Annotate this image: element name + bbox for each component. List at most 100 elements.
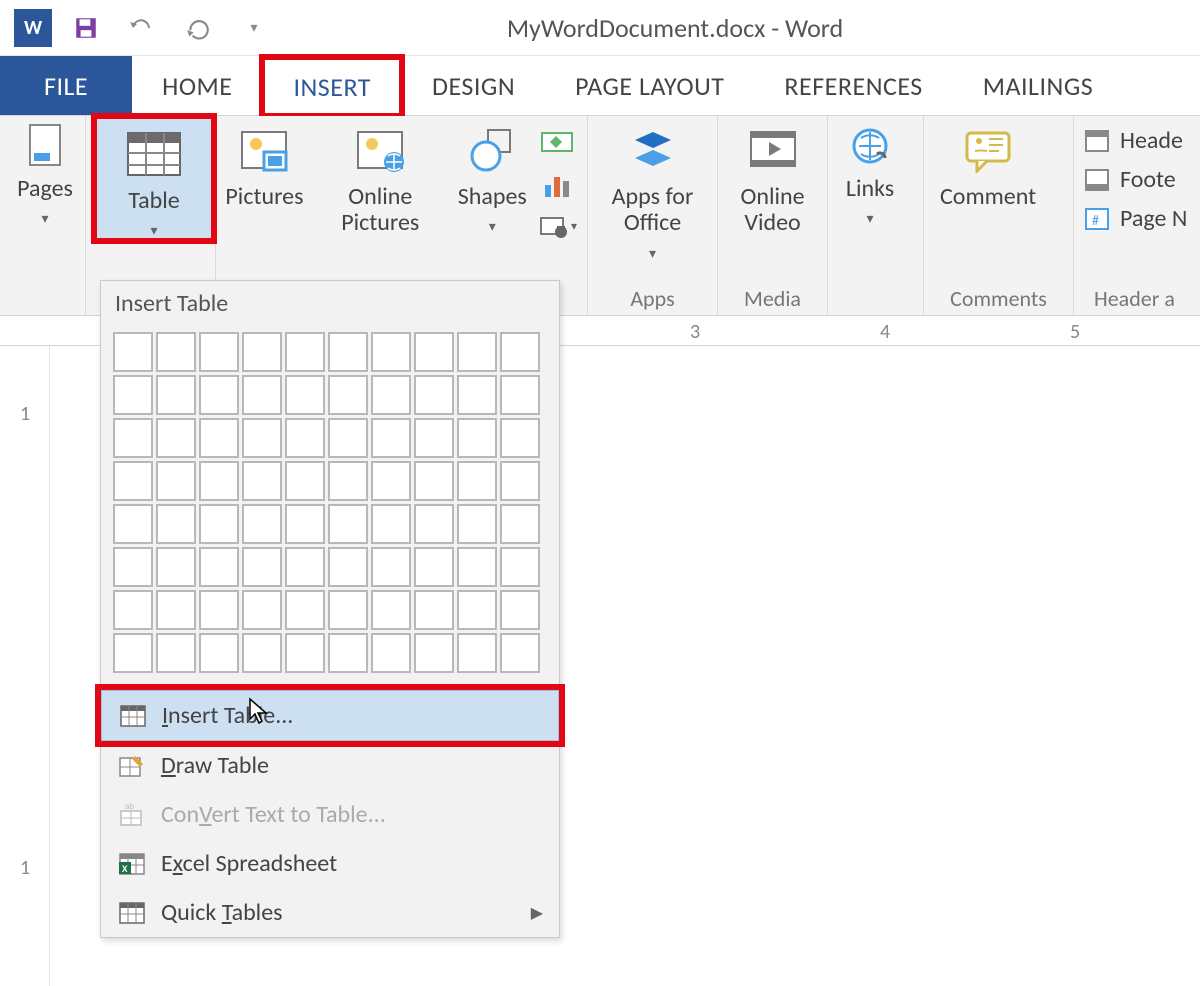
grid-cell[interactable] [242,547,282,587]
grid-cell[interactable] [414,547,454,587]
menu-quick-tables[interactable]: Quick Tables ▶ [101,888,559,937]
grid-cell[interactable] [285,461,325,501]
grid-cell[interactable] [328,633,368,673]
grid-cell[interactable] [242,590,282,630]
grid-cell[interactable] [113,375,153,415]
grid-cell[interactable] [156,461,196,501]
qat-customize-icon[interactable]: ▾ [238,12,270,44]
grid-cell[interactable] [500,332,540,372]
menu-draw-table[interactable]: Draw Table [101,741,559,790]
grid-cell[interactable] [285,547,325,587]
grid-cell[interactable] [500,418,540,458]
grid-cell[interactable] [113,418,153,458]
footer-button[interactable]: Foote [1084,165,1187,194]
grid-cell[interactable] [457,590,497,630]
grid-cell[interactable] [242,375,282,415]
grid-cell[interactable] [500,504,540,544]
tab-design[interactable]: DESIGN [402,56,545,115]
pages-button[interactable]: Pages ▾ [10,118,80,227]
apps-for-office-button[interactable]: Apps for Office ▾ [598,118,707,262]
grid-cell[interactable] [371,332,411,372]
grid-cell[interactable] [242,461,282,501]
grid-cell[interactable] [285,633,325,673]
grid-cell[interactable] [156,633,196,673]
grid-cell[interactable] [242,418,282,458]
grid-cell[interactable] [242,504,282,544]
grid-cell[interactable] [199,633,239,673]
grid-cell[interactable] [113,547,153,587]
chart-button[interactable] [537,166,577,202]
grid-cell[interactable] [500,590,540,630]
online-pictures-button[interactable]: Online Pictures [313,118,448,237]
table-button[interactable]: Table ▾ [96,118,212,239]
grid-cell[interactable] [328,461,368,501]
grid-cell[interactable] [113,332,153,372]
menu-insert-table[interactable]: Insert Table... [101,690,559,741]
online-video-button[interactable]: Online Video [728,118,817,237]
grid-cell[interactable] [414,461,454,501]
tab-references[interactable]: REFERENCES [754,56,952,115]
grid-cell[interactable] [457,633,497,673]
grid-cell[interactable] [371,633,411,673]
grid-cell[interactable] [199,418,239,458]
grid-cell[interactable] [156,504,196,544]
tab-insert[interactable]: INSERT [262,57,402,116]
grid-cell[interactable] [500,633,540,673]
header-button[interactable]: Heade [1084,126,1187,155]
grid-cell[interactable] [199,547,239,587]
grid-cell[interactable] [457,375,497,415]
grid-cell[interactable] [113,461,153,501]
grid-cell[interactable] [285,590,325,630]
grid-cell[interactable] [199,375,239,415]
grid-cell[interactable] [457,547,497,587]
grid-cell[interactable] [414,504,454,544]
grid-cell[interactable] [371,418,411,458]
grid-cell[interactable] [328,547,368,587]
grid-cell[interactable] [285,418,325,458]
grid-cell[interactable] [285,375,325,415]
comment-button[interactable]: Comment [934,118,1042,210]
grid-cell[interactable] [414,375,454,415]
grid-cell[interactable] [371,504,411,544]
grid-cell[interactable] [414,590,454,630]
grid-cell[interactable] [113,504,153,544]
links-button[interactable]: Links ▾ [838,118,902,227]
grid-cell[interactable] [285,504,325,544]
grid-cell[interactable] [457,332,497,372]
grid-cell[interactable] [457,504,497,544]
grid-cell[interactable] [371,461,411,501]
page-number-button[interactable]: # Page N [1084,204,1187,233]
grid-cell[interactable] [199,504,239,544]
tab-home[interactable]: HOME [132,56,262,115]
grid-cell[interactable] [457,461,497,501]
tab-file[interactable]: FILE [0,56,132,115]
smartart-button[interactable] [537,124,577,160]
shapes-button[interactable]: Shapes ▾ [458,118,527,235]
grid-cell[interactable] [500,547,540,587]
grid-cell[interactable] [199,461,239,501]
grid-cell[interactable] [371,547,411,587]
grid-cell[interactable] [199,590,239,630]
grid-cell[interactable] [285,332,325,372]
pictures-button[interactable]: Pictures [226,118,303,210]
grid-cell[interactable] [328,418,368,458]
grid-cell[interactable] [242,332,282,372]
undo-icon[interactable] [126,12,158,44]
redo-icon[interactable] [182,12,214,44]
grid-cell[interactable] [500,375,540,415]
tab-mailings[interactable]: MAILINGS [953,56,1123,115]
grid-cell[interactable] [113,633,153,673]
grid-cell[interactable] [156,547,196,587]
grid-cell[interactable] [500,461,540,501]
grid-cell[interactable] [414,418,454,458]
save-icon[interactable] [70,12,102,44]
screenshot-button[interactable]: ▾ [537,208,577,244]
grid-cell[interactable] [414,633,454,673]
grid-cell[interactable] [371,590,411,630]
grid-cell[interactable] [156,418,196,458]
grid-cell[interactable] [156,590,196,630]
grid-cell[interactable] [242,633,282,673]
grid-cell[interactable] [199,332,239,372]
grid-cell[interactable] [414,332,454,372]
grid-cell[interactable] [156,332,196,372]
